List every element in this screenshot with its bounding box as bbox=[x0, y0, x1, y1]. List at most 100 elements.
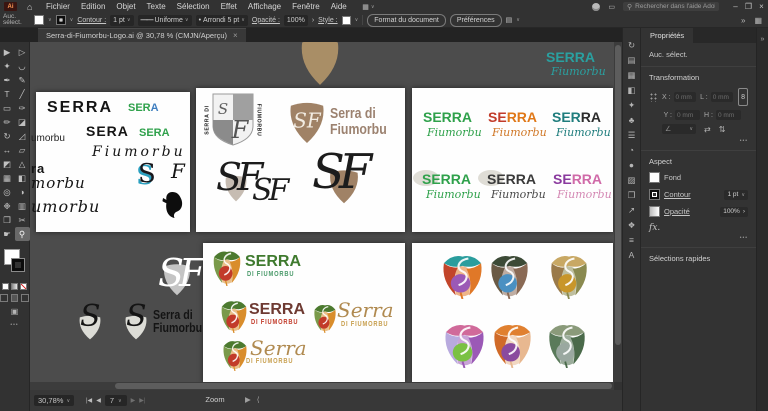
shape-builder-tool[interactable]: ◩ bbox=[0, 157, 15, 171]
pen-tool[interactable]: ✒ bbox=[0, 73, 15, 87]
arrange-window-icon[interactable]: ▭ bbox=[608, 3, 615, 11]
style-swatch[interactable] bbox=[342, 16, 351, 25]
ab1-sera-green-blue[interactable]: SERA bbox=[128, 103, 159, 114]
stroke-width-stepper[interactable]: 1 pt ∨ bbox=[724, 190, 748, 200]
pattern-icon[interactable]: ✦ bbox=[628, 101, 635, 110]
zoom-tool[interactable]: ⚲ bbox=[15, 227, 30, 241]
ab3-logo6-caps[interactable]: SERRA bbox=[553, 172, 602, 186]
canvas-surface[interactable]: SERRAFiumorbuSERRASERAumorbuSERASERAFium… bbox=[30, 42, 614, 382]
lasso-tool[interactable]: ◡ bbox=[15, 59, 30, 73]
type-tool[interactable]: T bbox=[0, 87, 15, 101]
opacity-panel-link[interactable]: Opacité : bbox=[252, 17, 280, 24]
aspect-more-options[interactable]: ••• bbox=[649, 235, 748, 241]
rotate-tool[interactable]: ↻ bbox=[0, 129, 15, 143]
previous-artboard-icon[interactable]: ◀ bbox=[96, 397, 101, 404]
tab-proprietes[interactable]: Propriétés bbox=[641, 28, 693, 43]
color-icon[interactable]: ◔ bbox=[629, 146, 634, 155]
ab5-emblem-6[interactable] bbox=[547, 322, 587, 368]
ab2-sf-monogram-3[interactable]: SF bbox=[312, 148, 366, 196]
preferences-button[interactable]: Préférences bbox=[450, 14, 502, 27]
artboards-icon[interactable]: ▤ bbox=[627, 56, 635, 65]
status-expand-icon[interactable]: ▶ bbox=[245, 395, 251, 404]
ab3-logo6-script[interactable]: Fiumorbu bbox=[557, 189, 612, 200]
curvature-tool[interactable]: ✎ bbox=[15, 73, 30, 87]
ab2-fiumorbu-brown[interactable]: Fiumorbu bbox=[330, 122, 387, 137]
shield-brown-top[interactable] bbox=[299, 42, 341, 86]
collapse-panels-icon[interactable]: » bbox=[761, 36, 765, 43]
ab2-brown-shield[interactable]: SF bbox=[288, 100, 326, 144]
ab3-logo2-script[interactable]: Fiumorbu bbox=[492, 127, 547, 138]
workspace-switcher[interactable]: ▦ ∨ bbox=[362, 3, 374, 11]
close-button[interactable]: × bbox=[755, 2, 768, 11]
ab4-logo4-script[interactable]: Serra bbox=[250, 338, 307, 358]
ab3-logo5-caps[interactable]: SERRA bbox=[487, 172, 536, 186]
menu-objet[interactable]: Objet bbox=[111, 2, 141, 11]
free-transform-tool[interactable]: ▱ bbox=[15, 143, 30, 157]
horizontal-scrollbar[interactable] bbox=[30, 382, 614, 390]
stroke-swatch[interactable] bbox=[11, 258, 25, 272]
slice-tool[interactable]: ✂ bbox=[15, 213, 30, 227]
none-chip[interactable] bbox=[20, 283, 27, 290]
menu-fichier[interactable]: Fichier bbox=[40, 2, 75, 11]
menu-texte[interactable]: Texte bbox=[141, 2, 171, 11]
ab5-emblem-2[interactable] bbox=[489, 253, 530, 299]
app-icon-illustrator[interactable]: Ai bbox=[4, 2, 17, 11]
paintbrush-tool[interactable]: ✑ bbox=[15, 101, 30, 115]
paste-sf-white[interactable]: SF bbox=[158, 254, 200, 292]
zoom-level-dropdown[interactable]: 30,78% ∨ bbox=[34, 395, 74, 406]
ab3-logo3-caps[interactable]: SERRA bbox=[552, 110, 601, 124]
ab4-logo2-emblem[interactable] bbox=[220, 299, 248, 333]
ab4-logo4-emblem[interactable] bbox=[222, 339, 248, 371]
eraser-tool[interactable]: ◪ bbox=[15, 115, 30, 129]
fill-color-swatch[interactable] bbox=[34, 15, 44, 25]
ab3-logo5-script[interactable]: Fiumorbu bbox=[491, 189, 546, 200]
ab2-serra-di-brown[interactable]: Serra di bbox=[330, 106, 376, 121]
swatches-icon[interactable]: ▨ bbox=[627, 176, 635, 185]
preset-icon[interactable]: ▤ bbox=[506, 16, 513, 24]
ab2-quartered-shield[interactable]: SERRA DI FIUMORBU S F bbox=[204, 92, 262, 148]
paste-teal-fiumorbu[interactable]: Fiumorbu bbox=[551, 66, 606, 77]
vertical-scroll-thumb[interactable] bbox=[615, 45, 621, 345]
ab4-logo3-emblem[interactable] bbox=[313, 303, 337, 333]
ab4-logo3-sub[interactable]: DI FIUMORBU bbox=[341, 321, 388, 328]
vertical-scrollbar[interactable] bbox=[614, 42, 622, 382]
ab4-logo1-emblem[interactable] bbox=[212, 249, 242, 286]
document-setup-button[interactable]: Format du document bbox=[367, 14, 446, 27]
column-graph-tool[interactable]: ▥ bbox=[15, 199, 30, 213]
document-tab[interactable]: Serra-di-Fiumorbu-Logo.ai @ 30,78 % (CMJ… bbox=[38, 28, 246, 42]
restore-button[interactable]: ❐ bbox=[742, 2, 755, 11]
constrain-proportions-icon[interactable]: 8 bbox=[738, 88, 748, 106]
ab4-logo1-caps[interactable]: SERRA bbox=[245, 254, 301, 270]
opacity-link[interactable]: Opacité bbox=[664, 207, 690, 216]
pencil-tool[interactable]: ✏ bbox=[0, 115, 15, 129]
ab3-logo1-caps[interactable]: SERRA bbox=[423, 110, 472, 124]
stroke-color-swatch[interactable] bbox=[56, 15, 66, 25]
close-tab-icon[interactable]: × bbox=[233, 31, 238, 40]
opacity-expand-icon[interactable]: › bbox=[312, 17, 314, 24]
paste-fiumorbu[interactable]: Fiumorbu bbox=[153, 321, 202, 334]
width-tool[interactable]: ↔ bbox=[0, 143, 15, 157]
scale-tool[interactable]: ◿ bbox=[15, 129, 30, 143]
height-field[interactable]: 0 mm bbox=[716, 110, 741, 120]
effects-button[interactable]: fx. bbox=[649, 223, 748, 233]
blend-tool[interactable]: ◑ bbox=[15, 185, 30, 199]
menu-selection[interactable]: Sélection bbox=[171, 2, 215, 11]
menu-edition[interactable]: Edition bbox=[75, 2, 110, 11]
transform-more-options[interactable]: ••• bbox=[649, 138, 748, 144]
menu-fenetre[interactable]: Fenêtre bbox=[287, 2, 326, 11]
export-icon[interactable]: ↗ bbox=[628, 206, 635, 215]
opacity-value-field[interactable]: 100% › bbox=[720, 207, 748, 217]
line-segment-tool[interactable]: ╱ bbox=[15, 87, 30, 101]
profile-avatar[interactable] bbox=[592, 3, 600, 11]
ab2-sf-monogram-2[interactable]: SF bbox=[252, 176, 285, 206]
magic-wand-tool[interactable]: ✦ bbox=[0, 59, 15, 73]
paste-s-monogram-1[interactable]: S bbox=[80, 302, 101, 332]
home-icon[interactable]: ⌂ bbox=[27, 2, 32, 12]
ab3-logo4-script[interactable]: Fiumorbu bbox=[426, 189, 481, 200]
width-field[interactable]: 0 mm bbox=[711, 92, 733, 102]
fill-swatch-small[interactable] bbox=[649, 172, 660, 183]
ab3-logo4-caps[interactable]: SERRA bbox=[422, 172, 471, 186]
perspective-grid-tool[interactable]: △ bbox=[15, 157, 30, 171]
gradient-tool[interactable]: ◧ bbox=[15, 171, 30, 185]
ab1-f-script[interactable]: F bbox=[171, 161, 185, 181]
